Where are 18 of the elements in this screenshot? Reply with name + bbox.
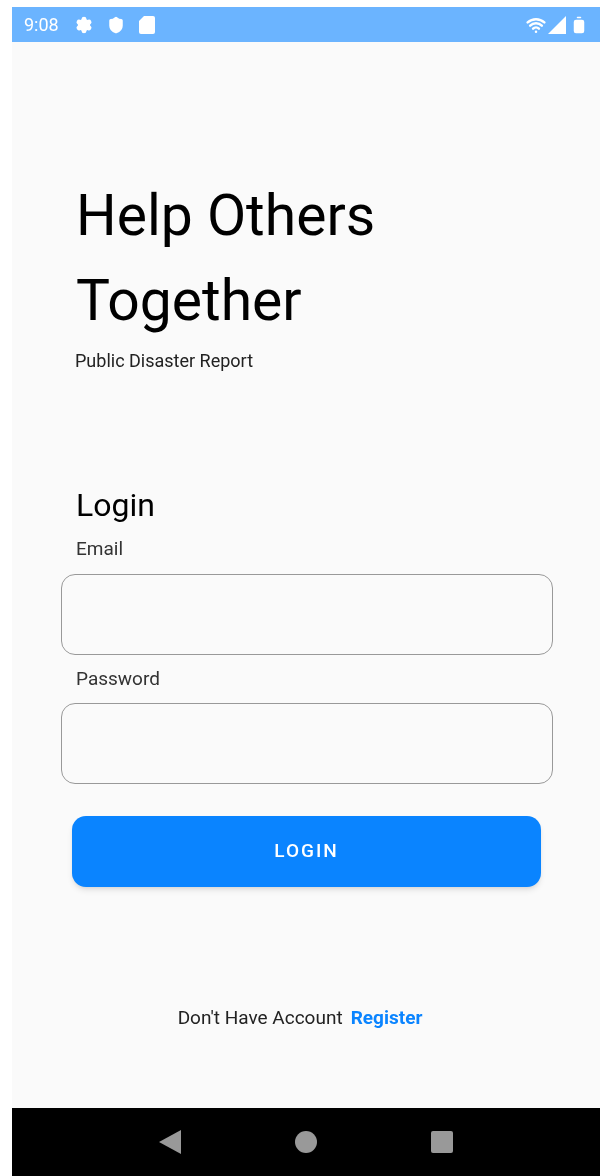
input-field[interactable] xyxy=(61,703,553,784)
account-prompt: Don't Have Account xyxy=(177,1005,343,1031)
home-icon[interactable] xyxy=(295,1131,317,1153)
input-field[interactable] xyxy=(61,573,553,655)
field-label: Password xyxy=(76,665,161,692)
back-icon[interactable] xyxy=(159,1130,181,1154)
recents-icon[interactable] xyxy=(431,1131,453,1153)
shield-icon xyxy=(106,15,125,34)
app-title: Help Others Together xyxy=(76,181,377,336)
login-button[interactable]: LOGIN xyxy=(72,816,541,887)
settings-icon xyxy=(74,15,93,34)
signal-icon xyxy=(548,15,566,34)
clock-time: 9:08 xyxy=(24,13,59,37)
register-link[interactable]: Register xyxy=(350,1004,423,1033)
login-heading: Login xyxy=(76,485,156,526)
app-subtitle: Public Disaster Report xyxy=(75,349,255,373)
field-label: Email xyxy=(76,536,125,562)
sd-card-icon xyxy=(138,15,155,34)
